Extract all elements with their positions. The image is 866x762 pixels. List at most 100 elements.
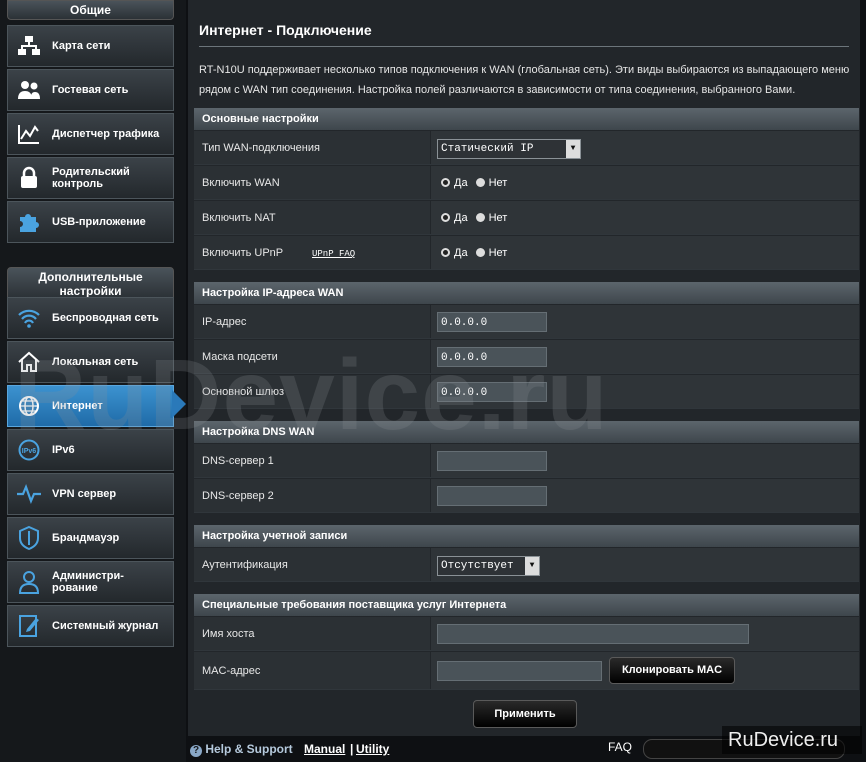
sidebar-item-ipv6[interactable]: IPv6 IPv6: [7, 429, 174, 471]
subnet-mask-input[interactable]: 0.0.0.0: [437, 347, 547, 367]
advanced-section-title: Дополнительные настройки: [7, 267, 174, 299]
sidebar-item-system-log[interactable]: Системный журнал: [7, 605, 174, 647]
globe-icon: [14, 395, 44, 417]
sidebar-item-label: IPv6: [52, 444, 75, 456]
ip-address-label: IP-адрес: [194, 305, 430, 338]
sidebar-item-lan[interactable]: Локальная сеть: [7, 341, 174, 383]
gateway-label: Основной шлюз: [194, 375, 430, 408]
usb-puzzle-icon: [14, 210, 44, 234]
sidebar-item-administration[interactable]: Администри-рование: [7, 561, 174, 603]
active-item-pointer: [172, 390, 186, 418]
gateway-input[interactable]: 0.0.0.0: [437, 382, 547, 402]
sidebar-item-label: Брандмауэр: [52, 532, 120, 544]
yes-label: Да: [454, 246, 468, 259]
ip-address-input[interactable]: 0.0.0.0: [437, 312, 547, 332]
dns2-label: DNS-сервер 2: [194, 479, 430, 512]
main-panel: Интернет - Подключение RT-N10U поддержив…: [188, 0, 860, 736]
sidebar-item-label: Системный журнал: [52, 620, 159, 632]
enable-nat-row: Включить NAT Да Нет: [194, 201, 859, 235]
enable-wan-label: Включить WAN: [194, 166, 430, 199]
subnet-mask-label: Маска подсети: [194, 340, 430, 373]
chevron-down-icon[interactable]: ▼: [525, 557, 539, 575]
dns2-input[interactable]: [437, 486, 547, 506]
traffic-manager-icon: [14, 123, 44, 145]
enable-upnp-label: Включить UPnP: [202, 247, 283, 259]
sidebar-item-label: Администри-рование: [52, 570, 124, 594]
clone-mac-button[interactable]: Клонировать MAC: [609, 657, 735, 684]
authentication-row: Аутентификация Отсутствует ▼: [194, 548, 859, 582]
enable-nat-no-radio[interactable]: [475, 213, 485, 222]
ip-address-row: IP-адрес 0.0.0.0: [194, 305, 859, 339]
sidebar-item-label: Родительский контроль: [52, 166, 130, 190]
help-support-link[interactable]: ? Help & Support: [190, 742, 293, 757]
upnp-faq-link[interactable]: UPnP FAQ: [312, 249, 355, 259]
mac-address-label: MAC-адрес: [194, 652, 430, 689]
manual-link[interactable]: Manual: [304, 742, 345, 756]
vpn-icon: [14, 484, 44, 504]
help-icon: ?: [190, 745, 202, 757]
wifi-icon: [14, 308, 44, 328]
wan-type-value: Статический IP: [441, 143, 534, 155]
sidebar-item-label: Гостевая сеть: [52, 84, 129, 96]
wan-ip-settings-header: Настройка IP-адреса WAN: [194, 282, 859, 304]
parental-lock-icon: [14, 166, 44, 190]
sidebar: Общие Карта сети Гостевая сеть Диспетчер…: [0, 0, 186, 762]
enable-nat-label: Включить NAT: [194, 201, 430, 234]
title-divider: [199, 46, 849, 47]
sidebar-item-label: Локальная сеть: [52, 356, 139, 368]
faq-label: FAQ: [608, 740, 633, 754]
sidebar-item-wireless[interactable]: Беспроводная сеть: [7, 297, 174, 339]
no-label: Нет: [488, 246, 508, 259]
network-map-icon: [14, 35, 44, 57]
wan-type-row: Тип WAN-подключения Статический IP ▼: [194, 131, 859, 165]
sidebar-item-parental-control[interactable]: Родительский контроль: [7, 157, 174, 199]
wan-type-select[interactable]: Статический IP ▼: [437, 139, 581, 159]
enable-upnp-no-radio[interactable]: [475, 248, 485, 257]
no-label: Нет: [488, 176, 508, 189]
page-description: RT-N10U поддерживает несколько типов под…: [199, 64, 850, 96]
svg-text:IPv6: IPv6: [22, 448, 37, 455]
sidebar-item-label: Беспроводная сеть: [52, 312, 159, 324]
enable-upnp-row: Включить UPnP UPnP FAQ Да Нет: [194, 236, 859, 270]
help-support-label: Help & Support: [205, 742, 293, 756]
enable-nat-yes-radio[interactable]: [441, 213, 450, 222]
authentication-label: Аутентификация: [194, 548, 430, 581]
dns1-row: DNS-сервер 1: [194, 444, 859, 478]
sidebar-item-label: USB-приложение: [52, 216, 146, 228]
page-title: Интернет - Подключение: [199, 22, 372, 38]
enable-upnp-label-cell: Включить UPnP UPnP FAQ: [194, 236, 430, 269]
sidebar-item-vpn[interactable]: VPN сервер: [7, 473, 174, 515]
log-icon: [14, 614, 44, 638]
sidebar-item-guest-network[interactable]: Гостевая сеть: [7, 69, 174, 111]
sidebar-item-label: VPN сервер: [52, 488, 117, 500]
mac-address-input[interactable]: [437, 661, 602, 681]
gateway-row: Основной шлюз 0.0.0.0: [194, 375, 859, 409]
apply-button[interactable]: Применить: [473, 700, 577, 728]
enable-upnp-yes-radio[interactable]: [441, 248, 450, 257]
home-icon: [14, 351, 44, 373]
hostname-label: Имя хоста: [194, 617, 430, 650]
enable-wan-no-radio[interactable]: [475, 178, 485, 187]
sidebar-item-usb-app[interactable]: USB-приложение: [7, 201, 174, 243]
subnet-mask-row: Маска подсети 0.0.0.0: [194, 340, 859, 374]
sidebar-item-traffic-manager[interactable]: Диспетчер трафика: [7, 113, 174, 155]
shield-icon: [14, 526, 44, 550]
authentication-select[interactable]: Отсутствует ▼: [437, 556, 540, 576]
authentication-value: Отсутствует: [441, 560, 514, 572]
sidebar-item-internet[interactable]: Интернет: [7, 385, 174, 427]
sidebar-item-network-map[interactable]: Карта сети: [7, 25, 174, 67]
hostname-input[interactable]: [437, 624, 749, 644]
enable-wan-yes-radio[interactable]: [441, 178, 450, 187]
sidebar-item-label: Диспетчер трафика: [52, 128, 160, 140]
no-label: Нет: [488, 211, 508, 224]
yes-label: Да: [454, 176, 468, 189]
isp-requirements-header: Специальные требования поставщика услуг …: [194, 594, 859, 616]
dns1-input[interactable]: [437, 451, 547, 471]
general-section-title: Общие: [7, 0, 174, 20]
sidebar-item-firewall[interactable]: Брандмауэр: [7, 517, 174, 559]
enable-wan-row: Включить WAN Да Нет: [194, 166, 859, 200]
utility-link[interactable]: Utility: [356, 742, 389, 756]
hostname-row: Имя хоста: [194, 617, 859, 651]
chevron-down-icon[interactable]: ▼: [566, 140, 580, 158]
wan-type-label: Тип WAN-подключения: [194, 131, 430, 164]
